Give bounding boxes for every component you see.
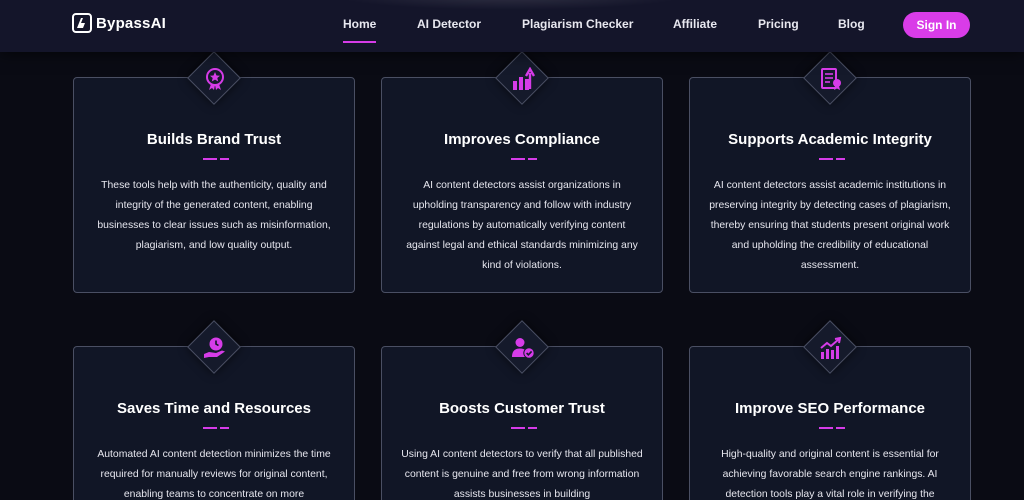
- card-title: Saves Time and Resources: [117, 400, 311, 417]
- card-title: Boosts Customer Trust: [439, 400, 605, 417]
- card-divider: [203, 158, 229, 160]
- card-description: Automated AI content detection minimizes…: [97, 449, 331, 500]
- card-title: Improve SEO Performance: [734, 400, 926, 417]
- card-description: These tools help with the authenticity, …: [97, 180, 331, 251]
- card-description: AI content detectors assist organization…: [406, 180, 638, 271]
- document-certificate-icon: [818, 66, 844, 92]
- logo[interactable]: BypassAI: [72, 13, 166, 33]
- nav-affiliate[interactable]: Affiliate: [673, 17, 717, 31]
- feature-card-customer-trust: Boosts Customer Trust Using AI content d…: [381, 320, 663, 500]
- nav-pricing[interactable]: Pricing: [758, 17, 799, 31]
- card-divider: [819, 158, 845, 160]
- feature-card-compliance: Improves Compliance AI content detectors…: [381, 51, 663, 293]
- card-description: High-quality and original content is ess…: [721, 449, 939, 500]
- feature-card-saves-time: Saves Time and Resources Automated AI co…: [73, 320, 355, 500]
- feature-card-brand-trust: Builds Brand Trust These tools help with…: [73, 51, 355, 293]
- nav-home[interactable]: Home: [343, 17, 377, 43]
- clock-hand-icon: [202, 335, 228, 361]
- nav-blog[interactable]: Blog: [838, 17, 865, 31]
- card-divider: [203, 427, 229, 429]
- card-divider: [511, 427, 537, 429]
- user-check-icon: [510, 335, 536, 361]
- nav-ai-detector[interactable]: AI Detector: [417, 17, 481, 31]
- award-badge-icon: [202, 66, 228, 92]
- card-title: Improves Compliance: [444, 131, 600, 148]
- card-title: Supports Academic Integrity: [728, 131, 932, 148]
- growth-chart-icon: [510, 66, 536, 92]
- seo-growth-icon: [818, 335, 844, 361]
- logo-glyph-icon: [77, 18, 85, 28]
- top-navbar: BypassAI Home AI Detector Plagiarism Che…: [0, 0, 1024, 52]
- card-title: Builds Brand Trust: [146, 131, 282, 148]
- feature-card-academic-integrity: Supports Academic Integrity AI content d…: [689, 51, 971, 293]
- sign-in-button[interactable]: Sign In: [903, 12, 970, 38]
- logo-text: BypassAI: [96, 14, 166, 32]
- feature-card-seo-performance: Improve SEO Performance High-quality and…: [689, 320, 971, 500]
- card-divider: [511, 158, 537, 160]
- nav-glow: [330, 0, 690, 10]
- nav-plagiarism-checker[interactable]: Plagiarism Checker: [522, 17, 633, 31]
- card-divider: [819, 427, 845, 429]
- card-description: AI content detectors assist academic ins…: [709, 180, 951, 271]
- card-description: Using AI content detectors to verify tha…: [401, 449, 643, 500]
- logo-icon: [72, 13, 92, 33]
